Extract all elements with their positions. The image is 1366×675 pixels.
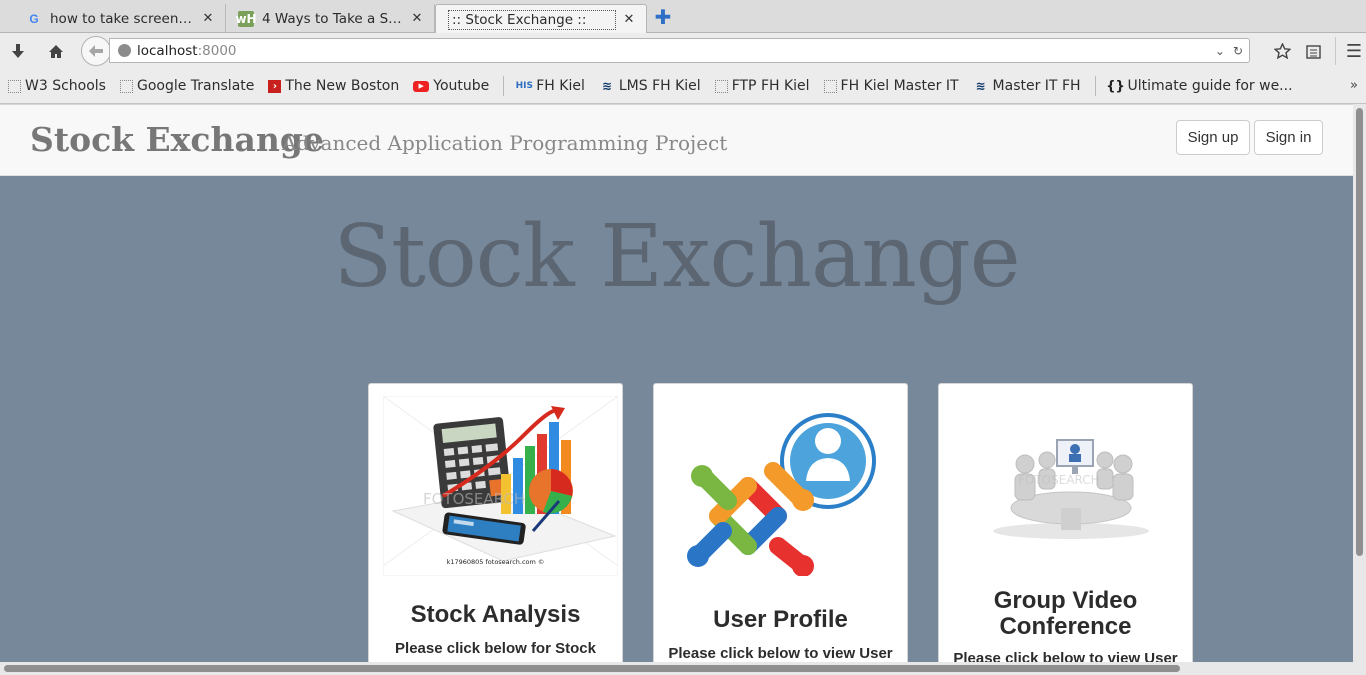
user-profile-image	[668, 396, 901, 577]
horizontal-scrollbar[interactable]	[0, 662, 1366, 675]
bookmark-ultimate-guide[interactable]: {} Ultimate guide for we...	[1106, 78, 1293, 94]
lms-icon: ≋	[975, 79, 986, 93]
site-tagline: Advanced Application Programming Project	[282, 131, 728, 155]
bookmark-label: Ultimate guide for we...	[1127, 78, 1293, 94]
url-host: localhost	[137, 42, 198, 59]
bookmark-label: FH Kiel Master IT	[840, 78, 959, 94]
card-description: Please click below to view User	[668, 645, 893, 662]
bookmark-master-it-fh[interactable]: ≋ Master IT FH	[973, 78, 1081, 94]
bookmark-label: FH Kiel	[536, 78, 585, 94]
bookmark-star-icon[interactable]	[1267, 37, 1298, 65]
bookmark-w3schools[interactable]: W3 Schools	[8, 78, 106, 94]
card-description: Please click below for Stock	[395, 640, 596, 657]
lms-icon: ≋	[601, 79, 612, 93]
chevron-down-icon[interactable]: ⌄	[1215, 44, 1225, 58]
sign-up-button[interactable]: Sign up	[1176, 120, 1250, 155]
braces-icon: {}	[1106, 78, 1125, 94]
back-button[interactable]	[81, 36, 111, 66]
image-caption: k17960805 fotosearch.com ©	[446, 558, 545, 566]
bookmark-fh-kiel[interactable]: HIS FH Kiel	[516, 78, 585, 94]
tab-wikihow[interactable]: wH 4 Ways to Take a Screenshot ✕	[226, 4, 435, 33]
scrollbar-thumb[interactable]	[4, 665, 1180, 672]
download-icon[interactable]	[4, 37, 32, 65]
bookmark-label: The New Boston	[285, 78, 400, 94]
bookmark-the-new-boston[interactable]: › The New Boston	[268, 78, 399, 94]
menu-icon[interactable]: ☰	[1335, 37, 1366, 65]
vertical-scrollbar[interactable]	[1353, 104, 1366, 662]
blank-page-icon	[823, 79, 837, 93]
bookmark-label: FTP FH Kiel	[731, 78, 810, 94]
tab-stock-exchange[interactable]: :: Stock Exchange :: ✕	[435, 4, 647, 34]
bookmark-label: Youtube	[433, 78, 490, 94]
arrow-left-icon	[89, 45, 103, 57]
tab-google-search[interactable]: G how to take screenshots ✕	[14, 4, 226, 33]
bookmark-label: Master IT FH	[992, 78, 1081, 94]
watermark-text: FOTOSEARCH	[423, 490, 525, 508]
tab-title: 4 Ways to Take a Screenshot	[262, 10, 404, 27]
site-brand[interactable]: Stock Exchange	[30, 120, 324, 159]
tab-title: how to take screenshots	[50, 10, 195, 27]
reading-list-icon[interactable]	[1298, 37, 1329, 65]
bookmark-lms-fh-kiel[interactable]: ≋ LMS FH Kiel	[599, 78, 701, 94]
stock-analysis-card: FOTOSEARCH k17960805 fotosearch.com © St…	[368, 383, 623, 662]
bookmarks-bar: W3 Schools Google Translate › The New Bos…	[0, 69, 1366, 104]
scrollbar-thumb[interactable]	[1356, 108, 1363, 556]
user-profile-card: User Profile Please click below to view …	[653, 383, 908, 662]
wikihow-icon: wH	[235, 10, 257, 27]
bookmarks-overflow-icon[interactable]: »	[1350, 78, 1358, 93]
card-title: Stock Analysis	[410, 601, 581, 628]
bookmark-label: W3 Schools	[25, 78, 106, 94]
sign-in-button[interactable]: Sign in	[1254, 120, 1323, 155]
card-description: Please click below to view User	[953, 650, 1178, 662]
site-navbar: Stock Exchange Advanced Application Prog…	[0, 105, 1353, 176]
video-conference-image: FOTOSEARCH	[953, 396, 1186, 576]
navigation-toolbar: localhost:8000 ⌄ ↻ ☰	[0, 33, 1366, 69]
bookmark-google-translate[interactable]: Google Translate	[119, 78, 255, 94]
bookmark-label: LMS FH Kiel	[618, 78, 701, 94]
close-tab-icon[interactable]: ✕	[201, 11, 215, 26]
watermark-text: FOTOSEARCH	[1018, 473, 1100, 487]
bookmark-ftp-fh-kiel[interactable]: FTP FH Kiel	[714, 78, 810, 94]
reload-icon[interactable]: ↻	[1233, 44, 1243, 58]
page-viewport: Stock Exchange Advanced Application Prog…	[0, 105, 1353, 662]
youtube-icon: ▶	[413, 80, 430, 92]
blank-page-icon	[714, 79, 728, 93]
url-port: :8000	[197, 42, 237, 59]
tab-strip: G how to take screenshots ✕ wH 4 Ways to…	[0, 0, 1366, 34]
blank-page-icon	[119, 79, 133, 93]
hero-title: Stock Exchange	[333, 207, 1020, 307]
video-conference-card: FOTOSEARCH Group Video Conference Please…	[938, 383, 1193, 662]
tab-title: :: Stock Exchange ::	[448, 9, 616, 30]
close-tab-icon[interactable]: ✕	[410, 11, 424, 26]
close-tab-icon[interactable]: ✕	[622, 12, 636, 27]
blank-page-icon	[8, 79, 21, 93]
bookmark-fh-kiel-master-it[interactable]: FH Kiel Master IT	[823, 78, 959, 94]
newboston-icon: ›	[268, 79, 282, 93]
google-icon: G	[29, 11, 39, 26]
bookmark-youtube[interactable]: ▶ Youtube	[413, 78, 489, 94]
bookmark-separator	[1094, 76, 1096, 96]
card-title: User Profile	[713, 606, 848, 633]
address-bar[interactable]: localhost:8000 ⌄ ↻	[109, 38, 1250, 63]
home-icon[interactable]	[42, 37, 70, 65]
his-icon: HIS	[515, 81, 533, 91]
bookmark-separator	[503, 76, 505, 96]
bookmark-label: Google Translate	[136, 78, 255, 94]
new-tab-button[interactable]: ✚	[652, 5, 674, 29]
stock-analysis-image: FOTOSEARCH	[382, 395, 619, 577]
card-title: Group Video Conference	[993, 587, 1138, 640]
globe-icon	[118, 44, 131, 57]
